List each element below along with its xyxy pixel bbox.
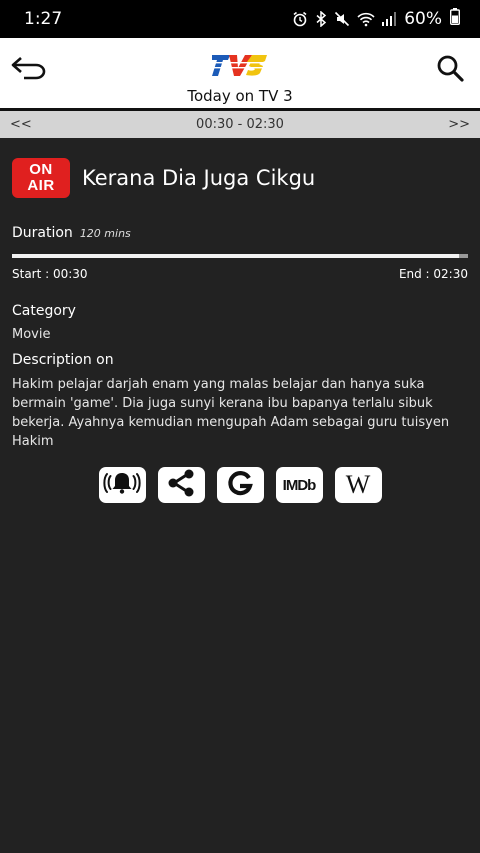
description-label: Description on	[12, 352, 114, 368]
duration-label: Duration	[12, 225, 73, 241]
previous-slot-button[interactable]: <<	[10, 117, 40, 132]
action-buttons: IMDb W	[0, 451, 480, 503]
category-label: Category	[12, 303, 76, 319]
wikipedia-button[interactable]: W	[334, 467, 382, 503]
description-text: Hakim pelajar darjah enam yang malas bel…	[12, 377, 450, 449]
google-icon	[226, 469, 254, 501]
start-time: Start : 00:30	[12, 267, 88, 281]
reminder-button[interactable]	[98, 467, 146, 503]
program-title: Kerana Dia Juga Cikgu	[82, 166, 316, 190]
time-navigation: << 00:30 - 02:30 >>	[0, 111, 480, 138]
imdb-button[interactable]: IMDb	[275, 467, 323, 503]
bell-icon	[103, 469, 141, 501]
bluetooth-icon	[315, 11, 327, 27]
on-air-line2: AIR	[27, 177, 55, 194]
program-header: ON AIR Kerana Dia Juga Cikgu	[0, 138, 480, 198]
google-button[interactable]	[216, 467, 264, 503]
wikipedia-icon: W	[345, 470, 371, 499]
mute-icon	[334, 11, 350, 27]
next-slot-button[interactable]: >>	[440, 117, 470, 132]
search-button[interactable]	[430, 50, 470, 90]
duration-row: Duration 120 mins	[0, 198, 480, 241]
wifi-icon	[357, 11, 375, 27]
status-time: 1:27	[24, 9, 63, 29]
tv3-logo	[210, 49, 270, 79]
on-air-line1: ON	[29, 161, 53, 178]
on-air-badge: ON AIR	[12, 158, 70, 198]
status-bar: 1:27 60%	[0, 0, 480, 38]
time-range: 00:30 - 02:30	[196, 117, 284, 132]
status-icons	[292, 11, 397, 27]
back-arrow-icon	[11, 56, 49, 84]
alarm-icon	[292, 11, 308, 27]
page-title: Today on TV 3	[187, 87, 293, 105]
category-value: Movie	[12, 327, 51, 342]
duration-value: 120 mins	[79, 227, 131, 240]
back-button[interactable]	[8, 52, 52, 88]
search-icon	[436, 54, 464, 86]
battery-icon	[449, 8, 461, 30]
signal-icon	[382, 11, 397, 27]
start-end-row: Start : 00:30 End : 02:30	[0, 258, 480, 281]
battery-text: 60%	[404, 9, 442, 29]
share-button[interactable]	[157, 467, 205, 503]
share-icon	[165, 468, 197, 502]
imdb-icon: IMDb	[282, 476, 317, 494]
app-header: Today on TV 3	[0, 38, 480, 111]
end-time: End : 02:30	[398, 267, 468, 281]
status-right: 60%	[292, 8, 461, 30]
